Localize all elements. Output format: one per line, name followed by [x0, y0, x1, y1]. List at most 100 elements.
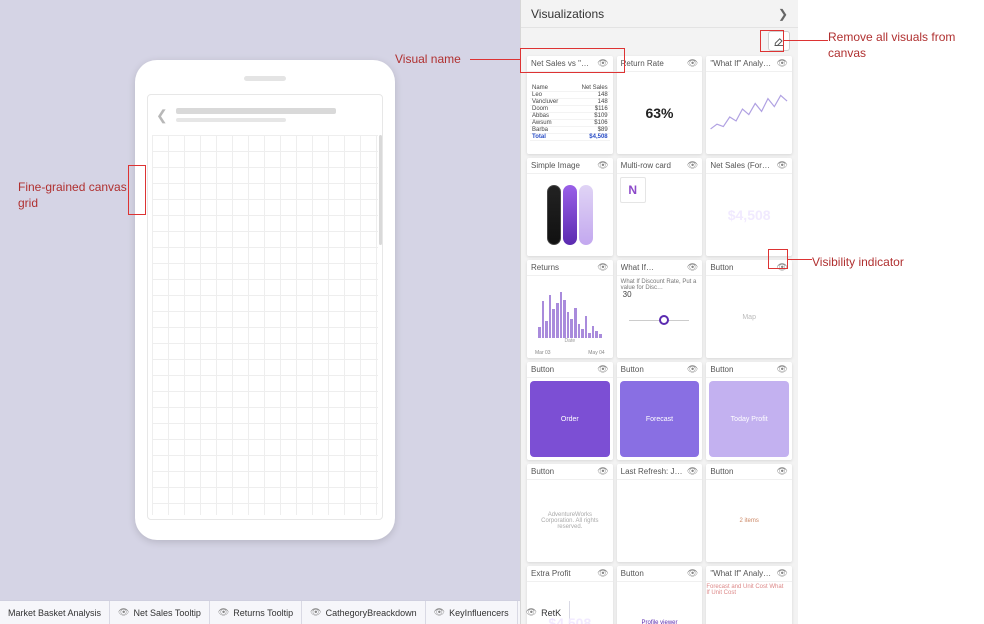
tile-whatif-analysis-3[interactable]: "What If" Analysi… 👁 Forecast and Unit Co… — [706, 566, 792, 624]
slider-thumbnail — [629, 320, 689, 321]
visualizations-toolbar — [521, 28, 798, 54]
visibility-icon[interactable]: 👁 — [687, 262, 698, 273]
visibility-icon[interactable]: 👁 — [777, 568, 788, 579]
tab-market-basket[interactable]: Market Basket Analysis — [0, 601, 110, 624]
tile-title: Extra Profit — [531, 569, 571, 578]
tile-whatif-slider[interactable]: What If…👁 What If Discount Rate, Put a v… — [617, 260, 703, 358]
phone-mockup: ❮ — [135, 60, 395, 540]
annotation-visual-name: Visual name — [395, 52, 461, 68]
tile-title: Net Sales (Forec… — [710, 161, 772, 170]
annotation-visibility: Visibility indicator — [812, 255, 904, 271]
tile-title: Multi-row card — [621, 161, 671, 170]
tile-net-sales-forecast[interactable]: Net Sales (Forec… 👁 $4,508 — [706, 158, 792, 256]
column-chart-thumbnail — [538, 290, 602, 338]
canvas-grid[interactable] — [152, 135, 378, 515]
tile-button-forecast[interactable]: Button 👁 Forecast — [617, 362, 703, 460]
right-margin — [798, 0, 984, 624]
tile-title: Button — [710, 263, 733, 272]
tile-extra-profit[interactable]: Extra Profit 👁 $4,508 — [527, 566, 613, 624]
tile-title: Return Rate — [621, 59, 664, 68]
button-label: Profile viewer — [637, 620, 681, 624]
remove-all-visuals-button[interactable] — [768, 31, 790, 51]
tile-last-refresh[interactable]: Last Refresh: Jun… 👁 — [617, 464, 703, 562]
tab-label: Market Basket Analysis — [8, 608, 101, 618]
leader-line — [470, 59, 520, 60]
phone-header: ❮ — [148, 95, 382, 135]
tile-title: What If… — [621, 263, 654, 272]
visibility-icon[interactable]: 👁 — [597, 262, 608, 273]
line-chart-thumbnail — [709, 75, 789, 151]
tile-title: Button — [621, 569, 644, 578]
phone-screen[interactable]: ❮ — [147, 94, 383, 520]
tile-multirow-card[interactable]: Multi-row card 👁 N — [617, 158, 703, 256]
tile-title: Button — [531, 365, 554, 374]
visualizations-panel: Visualizations ❯ Net Sales vs "W…👁 NameN… — [520, 0, 798, 624]
tile-net-sales-matrix[interactable]: Net Sales vs "W…👁 NameNet Sales Leo148 V… — [527, 56, 613, 154]
tile-title: Last Refresh: Jun… — [621, 467, 683, 476]
collapse-chevron-icon[interactable]: ❯ — [778, 7, 788, 21]
header-placeholder — [176, 108, 374, 122]
visibility-icon[interactable]: 👁 — [597, 568, 608, 579]
legend-thumbnail: Forecast and Unit Cost What If Unit Cost — [706, 584, 788, 596]
visibility-icon[interactable]: 👁 — [687, 466, 698, 477]
back-chevron-icon[interactable]: ❮ — [156, 107, 168, 124]
visibility-icon[interactable]: 👁 — [597, 364, 608, 375]
page-tabs-bar: Market Basket Analysis 👁 Net Sales Toolti… — [0, 600, 520, 624]
tile-return-rate[interactable]: Return Rate 👁 63% — [617, 56, 703, 154]
tile-title: Button — [710, 467, 733, 476]
kpi-value: 63% — [645, 105, 673, 121]
tile-button-profile[interactable]: Button 👁 Profile viewer — [617, 566, 703, 624]
hidden-icon: 👁 — [118, 607, 129, 618]
multirow-icon: N — [620, 177, 646, 203]
tab-label: CathegoryBreackdown — [326, 608, 417, 618]
annotation-remove-all: Remove all visuals from canvas — [828, 30, 984, 61]
fine-print: AdventureWorks Corporation. All rights r… — [530, 512, 610, 530]
tile-title: Button — [531, 467, 554, 476]
tile-button-empty-1[interactable]: Button 👁 AdventureWorks Corporation. All … — [527, 464, 613, 562]
tile-title: "What If" Analysi… — [710, 59, 772, 68]
map-label: Map — [742, 314, 756, 321]
tile-title: "What If" Analysi… — [710, 569, 772, 578]
tile-returns-chart[interactable]: Returns👁 Mar 03May 04 Date — [527, 260, 613, 358]
visibility-icon[interactable]: 👁 — [687, 364, 698, 375]
tab-category-breakdown[interactable]: 👁CathegoryBreackdown — [302, 601, 426, 624]
value: $4,508 — [548, 615, 591, 624]
tab-label: KeyInfluencers — [449, 608, 509, 618]
fine-print: 2 items — [735, 518, 762, 524]
visibility-icon[interactable]: 👁 — [597, 466, 608, 477]
hidden-icon: 👁 — [218, 607, 229, 618]
tile-button-today[interactable]: Button👁 Today Profit — [706, 362, 792, 460]
button-thumbnail: Forecast — [620, 381, 700, 457]
visibility-icon[interactable]: 👁 — [777, 160, 788, 171]
tab-returns-tooltip[interactable]: 👁Returns Tooltip — [210, 601, 302, 624]
visibility-icon[interactable]: 👁 — [687, 568, 698, 579]
leader-line — [788, 259, 812, 260]
tile-whatif-analysis-1[interactable]: "What If" Analysi… 👁 — [706, 56, 792, 154]
tile-title: Net Sales vs "W… — [531, 59, 593, 68]
button-thumbnail: Order — [530, 381, 610, 457]
mobile-canvas-area: ❮ Market Basket Analysis 👁 Net Sales Tool… — [0, 0, 520, 624]
tile-title: Simple Image — [531, 161, 580, 170]
tab-label: Net Sales Tooltip — [133, 608, 200, 618]
annotation-canvas-grid: Fine-grained canvas grid — [18, 180, 128, 211]
tile-title: Button — [621, 365, 644, 374]
tile-button-order[interactable]: Button 👁 Order — [527, 362, 613, 460]
tab-key-influencers[interactable]: 👁KeyInfluencers — [426, 601, 518, 624]
skateboard-image-thumbnail — [527, 174, 613, 256]
visibility-icon[interactable]: 👁 — [777, 364, 788, 375]
visibility-icon[interactable]: 👁 — [687, 160, 698, 171]
tile-button-map[interactable]: Button 👁 Map — [706, 260, 792, 358]
tile-title: Button — [710, 365, 733, 374]
phone-speaker — [244, 76, 286, 81]
visual-tiles-grid: Net Sales vs "W…👁 NameNet Sales Leo148 V… — [521, 54, 798, 624]
visibility-icon[interactable]: 👁 — [777, 262, 788, 273]
tile-simple-image[interactable]: Simple Image 👁 — [527, 158, 613, 256]
visibility-icon[interactable]: 👁 — [687, 58, 698, 69]
tab-net-sales-tooltip[interactable]: 👁 Net Sales Tooltip — [110, 601, 210, 624]
forecast-value: $4,508 — [728, 207, 771, 223]
visibility-icon[interactable]: 👁 — [777, 466, 788, 477]
visibility-icon[interactable]: 👁 — [597, 58, 608, 69]
tile-button-empty-2[interactable]: Button 👁 2 items — [706, 464, 792, 562]
visibility-icon[interactable]: 👁 — [777, 58, 788, 69]
visibility-icon[interactable]: 👁 — [597, 160, 608, 171]
